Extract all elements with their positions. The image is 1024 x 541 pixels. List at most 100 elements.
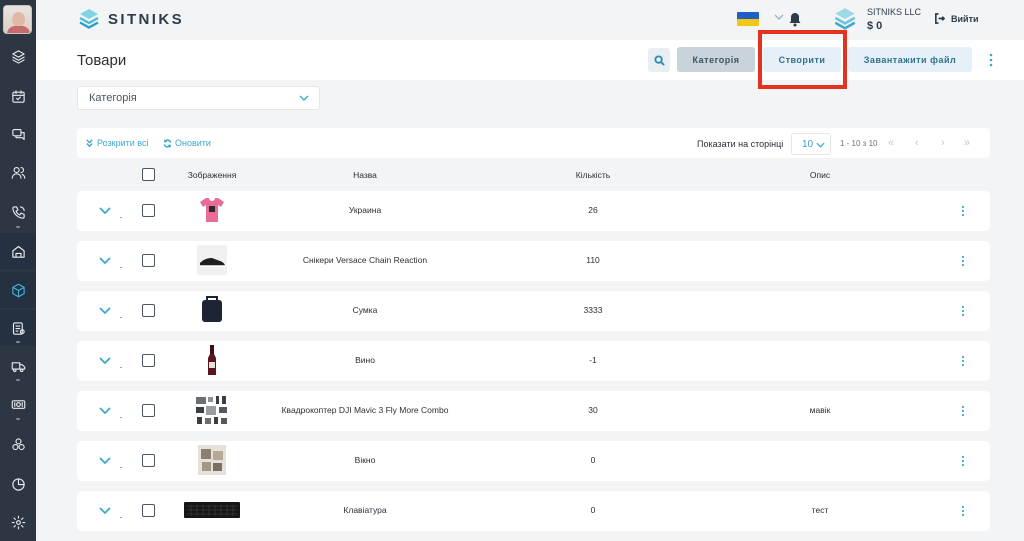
category-filter-select[interactable]: Категорія [77,86,320,110]
chevron-down-icon [816,142,825,148]
table-row[interactable]: Квадрокоптер DJI Mavic 3 Fly More Combo … [77,391,990,431]
row-checkbox[interactable] [142,354,155,367]
layers-icon [11,49,25,64]
sidebar-item-settings[interactable] [0,504,36,540]
table-toolbar: Розкрити всі Оновити Показати на сторінц… [77,128,990,158]
phone-icon [11,205,25,219]
product-image[interactable] [197,193,227,227]
expand-row-icon[interactable] [99,356,111,365]
product-image[interactable] [197,243,227,277]
row-menu-icon[interactable] [961,255,965,267]
company-name: SITNIKS LLC [867,7,922,17]
bell-icon[interactable] [787,11,803,27]
row-menu-icon[interactable] [961,505,965,517]
company-balance: $ 0 [867,20,883,32]
brand-name: SITNIKS [108,10,184,28]
upload-file-button[interactable]: Завантажити файл [848,47,972,72]
integrations-icon [11,437,25,450]
product-image[interactable] [194,393,230,427]
product-quantity: 3333 [583,305,603,315]
page-titlebar: Товари Категорія Створити Завантажити фа… [36,40,1024,80]
sidebar-item-chat[interactable] [0,116,36,152]
row-menu-icon[interactable] [961,455,965,467]
row-menu-icon[interactable] [961,355,965,367]
product-image[interactable] [197,293,227,327]
row-checkbox[interactable] [142,454,155,467]
logout-button[interactable]: Вийти [934,13,979,24]
more-options-icon[interactable] [989,53,993,67]
row-checkbox[interactable] [142,404,155,417]
row-checkbox[interactable] [142,304,155,317]
sitniks-logo-icon [79,9,99,29]
product-description: тест [811,505,829,515]
first-page-icon[interactable]: « [888,137,894,149]
sidebar-item-analytics[interactable] [0,466,36,502]
sidebar-item-integrations[interactable] [0,426,36,462]
sidebar-item-products[interactable] [0,272,36,308]
next-page-icon[interactable]: › [941,137,945,149]
sidebar-item-finance[interactable] [0,386,36,422]
row-menu-icon[interactable] [961,205,965,217]
product-quantity: 0 [590,455,596,465]
expand-row-icon[interactable] [99,456,111,465]
sidebar-item-home[interactable] [0,233,36,269]
expand-row-icon[interactable] [99,306,111,315]
per-page-select[interactable]: 10 [791,133,831,155]
table-row[interactable]: Вікно 0 [77,441,990,481]
expand-row-icon[interactable] [99,506,111,515]
per-page-value: 10 [802,139,814,150]
product-name: Украина [348,205,382,215]
row-checkbox[interactable] [142,504,155,517]
settings-icon [11,515,25,529]
product-name: Вино [355,355,375,365]
refresh-button[interactable]: Оновити [163,138,211,148]
product-image[interactable] [197,343,227,377]
prev-page-icon[interactable]: ‹ [915,137,919,149]
product-name: Квадрокоптер DJI Mavic 3 Fly More Combo [281,405,449,415]
chat-icon [11,128,25,140]
product-quantity: 0 [590,505,596,515]
refresh-icon [163,138,172,148]
row-menu-icon[interactable] [961,305,965,317]
table-row[interactable]: Снікери Versace Chain Reaction 110 [77,241,990,281]
category-button[interactable]: Категорія [677,47,755,72]
product-image[interactable] [197,443,227,477]
sidebar-submenu-indicator [16,226,20,228]
sidebar-item-phone[interactable] [0,194,36,230]
logout-icon [935,13,945,24]
page-title: Товари [77,52,127,69]
brand-logo[interactable]: SITNIKS [78,7,184,31]
search-button[interactable] [648,48,670,72]
row-menu-icon[interactable] [961,405,965,417]
avatar[interactable] [3,5,32,34]
category-filter-label: Категорія [89,92,137,104]
calendar-icon [11,89,25,103]
expand-all-button[interactable]: Розкрити всі [85,138,148,148]
product-quantity: -1 [589,355,597,365]
expand-row-icon[interactable] [99,256,111,265]
expand-row-icon[interactable] [99,206,111,215]
product-name: Снікери Versace Chain Reaction [302,255,428,265]
ukraine-flag-icon[interactable] [737,12,759,26]
home-icon [11,245,25,258]
product-image[interactable] [183,493,241,527]
search-icon [653,54,665,66]
sidebar-item-users[interactable] [0,154,36,190]
table-row[interactable]: Сумка 3333 [77,291,990,331]
finance-icon [11,399,25,409]
last-page-icon[interactable]: » [964,137,970,149]
expand-row-icon[interactable] [99,406,111,415]
row-checkbox[interactable] [142,254,155,267]
table-row[interactable]: Украина 26 [77,191,990,231]
product-quantity: 110 [586,255,600,265]
row-checkbox[interactable] [142,204,155,217]
column-header-description: Опис [809,170,831,180]
table-row[interactable]: Вино -1 [77,341,990,381]
products-icon [11,283,25,297]
chevron-down-icon[interactable] [774,12,784,22]
sidebar-item-layers[interactable] [0,38,36,74]
table-row[interactable]: Клавіатура 0 тест [77,491,990,531]
select-all-checkbox[interactable] [142,168,155,181]
sidebar-submenu-indicator-3 [16,379,20,381]
sidebar-item-calendar[interactable] [0,78,36,114]
